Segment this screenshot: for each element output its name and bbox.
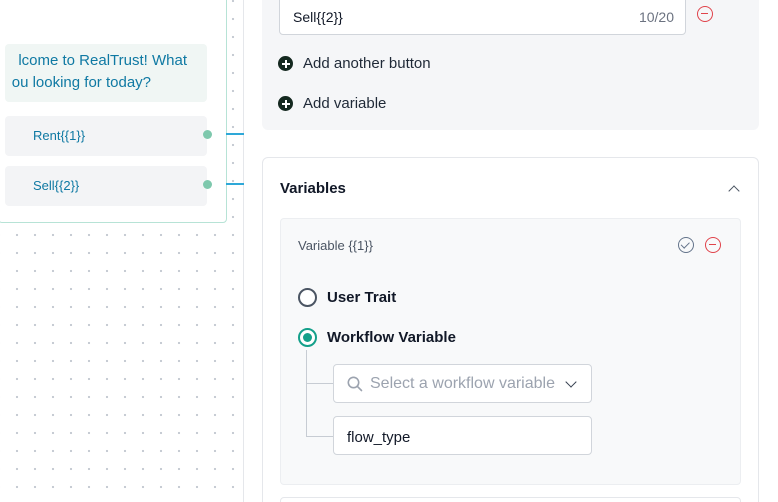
node-message-bubble: lcome to RealTrust! What ou looking for …	[5, 44, 207, 102]
button-text-value: Sell{{2}}	[293, 9, 343, 25]
remove-variable-icon[interactable]	[705, 237, 721, 253]
connection-handle[interactable]	[203, 130, 212, 139]
search-icon	[347, 376, 363, 392]
variables-title: Variables	[280, 180, 346, 197]
node-button-rent[interactable]: Rent{{1}}	[5, 116, 207, 156]
character-counter: 10/20	[638, 9, 674, 25]
radio-label-workflow-variable[interactable]: Workflow Variable	[327, 329, 456, 346]
radio-label-user-trait[interactable]: User Trait	[327, 289, 396, 306]
node-button-label: Sell{{2}}	[33, 178, 80, 193]
tree-connector	[306, 350, 307, 436]
tree-connector	[306, 436, 333, 437]
node-button-label: Rent{{1}}	[33, 128, 86, 143]
node-button-sell[interactable]: Sell{{2}}	[5, 166, 207, 206]
remove-button-icon[interactable]	[697, 6, 713, 22]
next-variable-card	[280, 497, 741, 502]
plus-circle-icon[interactable]	[278, 56, 293, 71]
add-variable-button[interactable]: Add variable	[303, 95, 386, 112]
radio-workflow-variable[interactable]	[298, 328, 317, 347]
add-another-button[interactable]: Add another button	[303, 55, 431, 72]
selected-variable-field[interactable]: flow_type	[333, 416, 592, 455]
node-message-line-2: ou looking for today?	[11, 74, 151, 91]
connection-edge	[226, 133, 244, 135]
tree-connector	[306, 383, 333, 384]
variable-name-label: Variable {{1}}	[298, 238, 373, 253]
flow-canvas[interactable]: lcome to RealTrust! What ou looking for …	[0, 0, 244, 502]
radio-user-trait[interactable]	[298, 288, 317, 307]
check-circle-icon[interactable]	[678, 237, 694, 253]
node-message-line-1: lcome to RealTrust! What	[18, 52, 187, 69]
button-text-input[interactable]: Sell{{2}} 10/20	[279, 0, 686, 35]
workflow-variable-select[interactable]	[333, 364, 592, 403]
connection-handle[interactable]	[203, 180, 212, 189]
connection-edge	[226, 183, 244, 185]
workflow-variable-search-input[interactable]	[370, 365, 560, 402]
plus-circle-icon[interactable]	[278, 96, 293, 111]
chevron-down-icon[interactable]	[565, 376, 577, 388]
selected-variable-value: flow_type	[347, 429, 411, 446]
message-node[interactable]: lcome to RealTrust! What ou looking for …	[0, 0, 227, 223]
